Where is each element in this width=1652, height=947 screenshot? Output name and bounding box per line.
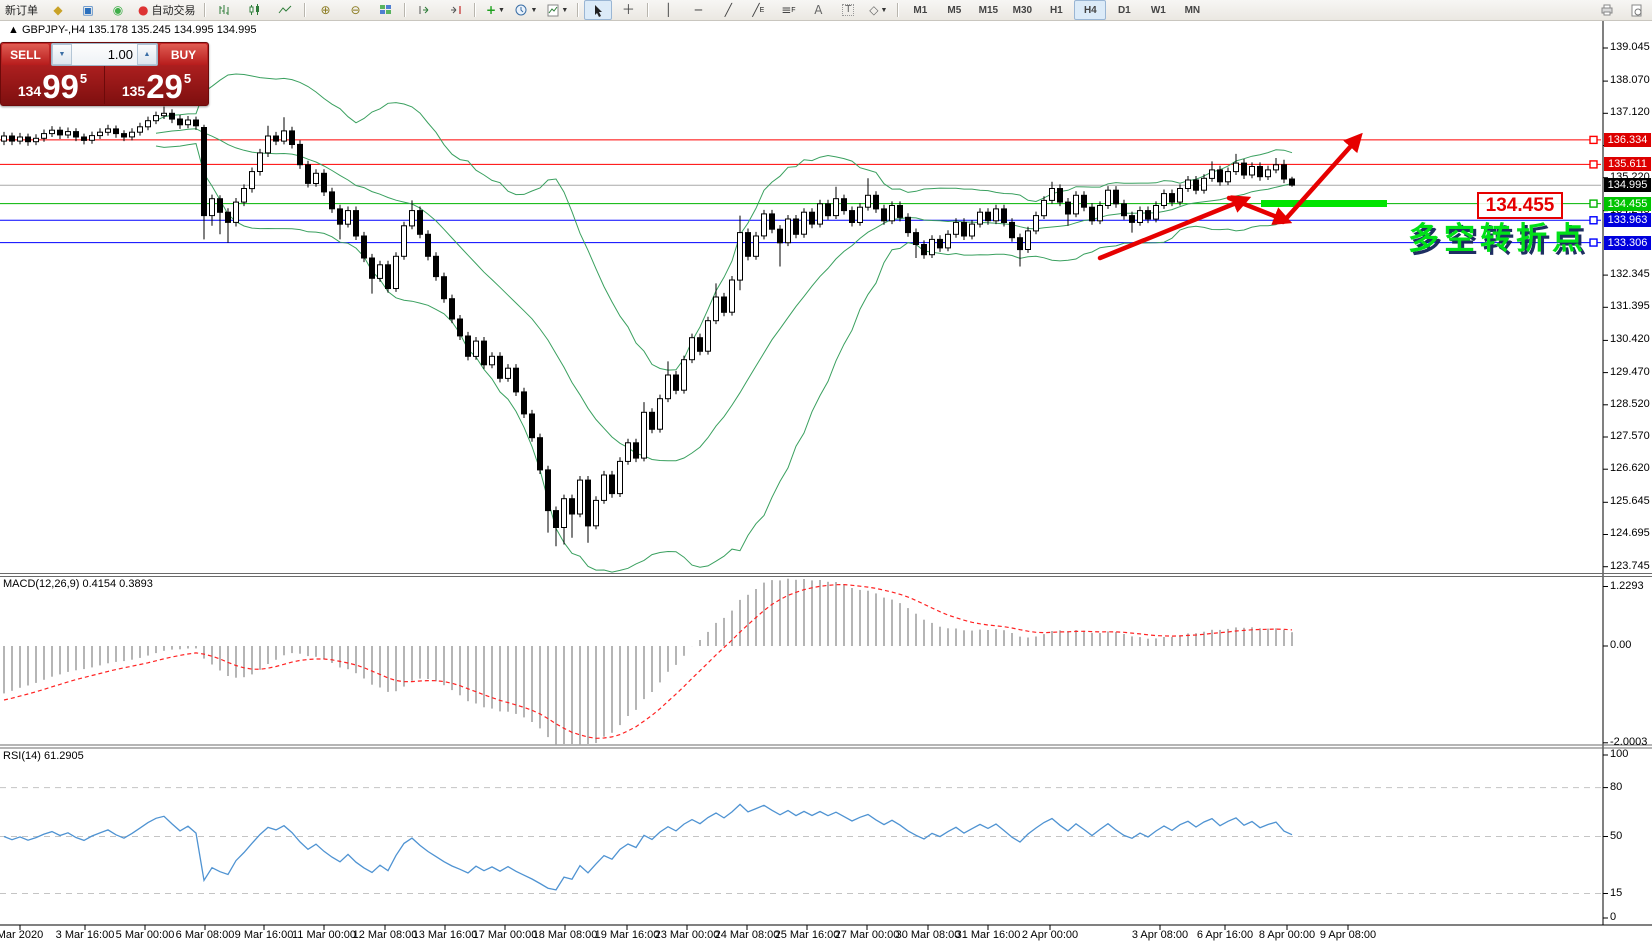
rsi-pane	[0, 788, 1603, 894]
separator	[897, 3, 899, 17]
auto-scroll-icon[interactable]	[411, 0, 439, 20]
channel-tool[interactable]: ╱E	[744, 0, 772, 20]
sell-button[interactable]: SELL	[2, 44, 49, 65]
volume-increase-button[interactable]: ▲	[137, 44, 157, 65]
support-zone-bar	[1261, 200, 1387, 207]
preview-icon[interactable]	[1623, 0, 1651, 20]
zoom-in-icon[interactable]: ⊕	[311, 0, 339, 20]
tile-windows-icon[interactable]	[371, 0, 399, 20]
bar-high: 135.245	[131, 24, 171, 36]
zoom-out-icon[interactable]: ⊖	[341, 0, 369, 20]
signals-icon[interactable]: ◉	[104, 0, 132, 20]
autotrading-icon: ●	[138, 4, 148, 16]
bar-low: 134.995	[174, 24, 214, 36]
symbol-marker-icon: ▲	[8, 24, 19, 36]
chevron-down-icon: ▼	[498, 7, 505, 14]
timeframe-M15[interactable]: M15	[972, 0, 1004, 20]
symbol-name: GBPJPY-,H4	[22, 24, 85, 36]
sell-price[interactable]: 134 99 5	[1, 66, 105, 104]
vertical-line-tool[interactable]: │	[654, 0, 682, 20]
candlestick-series	[2, 107, 1295, 547]
market-watch-icon[interactable]: ▣	[74, 0, 102, 20]
symbol-ohlc-line: ▲ GBPJPY-,H4 135.178 135.245 134.995 134…	[8, 24, 256, 36]
separator	[304, 3, 306, 17]
bar-close: 134.995	[217, 24, 257, 36]
trendline-tool[interactable]: ╱	[714, 0, 742, 20]
chevron-down-icon: ▼	[881, 7, 888, 14]
chevron-down-icon: ▼	[530, 7, 537, 14]
plus-icon: +	[486, 4, 496, 16]
autotrading-button[interactable]: ● 自动交易	[134, 0, 199, 20]
chart-canvas[interactable]	[0, 0, 1652, 947]
volume-decrease-button[interactable]: ▼	[52, 44, 72, 65]
macd-indicator-label: MACD(12,26,9) 0.4154 0.3893	[3, 578, 153, 590]
timeframe-M1[interactable]: M1	[904, 0, 936, 20]
cursor-tool[interactable]	[584, 0, 612, 20]
mt4-terminal: 新订单 ◆ ▣ ◉ ● 自动交易 ⊕ ⊖ +▼ ▼ ▼	[0, 0, 1652, 947]
toolbar: 新订单 ◆ ▣ ◉ ● 自动交易 ⊕ ⊖ +▼ ▼ ▼	[0, 0, 1652, 21]
rsi-line	[4, 804, 1292, 890]
turning-point-annotation: 多空转折点	[1408, 213, 1588, 258]
one-click-trading-panel: SELL ▼ ▲ BUY 134 99 5 135 29 5	[0, 42, 209, 106]
rsi-indicator-label: RSI(14) 61.2905	[3, 750, 84, 762]
text-tool[interactable]: A	[804, 0, 832, 20]
volume-input[interactable]	[72, 47, 137, 62]
timeframe-H1[interactable]: H1	[1040, 0, 1072, 20]
macd-signal-line	[4, 585, 1292, 739]
text-label-tool[interactable]: T	[834, 0, 862, 20]
timeframe-MN[interactable]: MN	[1176, 0, 1208, 20]
wizard-icon[interactable]: ◆	[44, 0, 72, 20]
separator	[204, 3, 206, 17]
candlestick-mode-icon[interactable]	[241, 0, 269, 20]
timeframe-M5[interactable]: M5	[938, 0, 970, 20]
templates-button[interactable]: ▼	[543, 0, 572, 20]
timeframe-M30[interactable]: M30	[1006, 0, 1038, 20]
main-price-pane	[0, 74, 1601, 572]
chart-shift-icon[interactable]	[441, 0, 469, 20]
horizontal-line-tool[interactable]: ─	[684, 0, 712, 20]
fibonacci-tool[interactable]: ≡F	[774, 0, 802, 20]
separator	[474, 3, 476, 17]
buy-button[interactable]: BUY	[160, 44, 207, 65]
separator	[647, 3, 649, 17]
timeframe-H4[interactable]: H4	[1074, 0, 1106, 20]
bar-chart-mode-icon[interactable]	[211, 0, 239, 20]
separator	[404, 3, 406, 17]
buy-price[interactable]: 135 29 5	[105, 66, 208, 104]
new-order-button[interactable]: 新订单	[1, 0, 42, 20]
bar-open: 135.178	[88, 24, 128, 36]
macd-pane	[4, 579, 1292, 749]
print-icon[interactable]	[1593, 0, 1621, 20]
timeframe-W1[interactable]: W1	[1142, 0, 1174, 20]
periods-button[interactable]: ▼	[511, 0, 541, 20]
bollinger-upper-band	[156, 74, 1292, 370]
timeframe-group: M1M5M15M30H1H4D1W1MN	[903, 0, 1209, 20]
arrows-tool[interactable]: ◇▼	[864, 0, 892, 20]
add-indicator-button[interactable]: +▼	[481, 0, 509, 20]
separator	[577, 3, 579, 17]
line-chart-mode-icon[interactable]	[271, 0, 299, 20]
timeframe-D1[interactable]: D1	[1108, 0, 1140, 20]
crosshair-tool[interactable]: ＋	[614, 0, 642, 20]
chevron-down-icon: ▼	[561, 7, 568, 14]
